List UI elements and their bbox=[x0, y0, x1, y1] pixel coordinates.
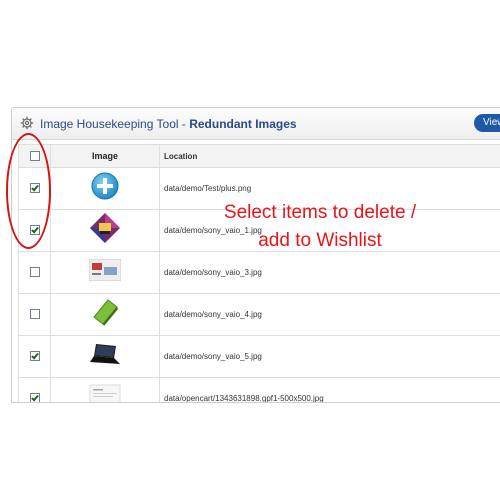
image-column-header: Image bbox=[50, 144, 160, 168]
images-table: Image Location data/demo/Test/plus.png d… bbox=[18, 144, 500, 402]
sony-vaio-banner-thumbnail bbox=[88, 258, 122, 286]
view-button[interactable]: View bbox=[474, 114, 500, 132]
page-title: Image Housekeeping Tool - Redundant Imag… bbox=[40, 117, 297, 131]
green-laptop-thumbnail bbox=[90, 297, 120, 332]
location-cell: data/opencart/1343631898.gpf1-500x500.jp… bbox=[159, 377, 500, 402]
callout-line-2: add to Wishlist bbox=[258, 230, 382, 251]
document-thumbnail bbox=[89, 384, 121, 402]
callout-text: Select items to delete / add to Wishlist bbox=[200, 199, 440, 255]
callout-line-1: Select items to delete / bbox=[223, 202, 417, 223]
row-checkbox[interactable] bbox=[29, 309, 40, 320]
page-title-bold: Redundant Images bbox=[189, 117, 297, 131]
row-checkbox[interactable] bbox=[29, 351, 40, 362]
sony-vaio-collage-thumbnail bbox=[89, 212, 121, 249]
row-checkbox[interactable] bbox=[29, 393, 40, 402]
panel-header: Image Housekeeping Tool - Redundant Imag… bbox=[12, 108, 500, 140]
page-title-prefix: Image Housekeeping Tool - bbox=[40, 117, 190, 131]
black-laptop-thumbnail bbox=[89, 342, 121, 371]
row-checkbox[interactable] bbox=[29, 267, 40, 278]
location-column-header: Location bbox=[159, 144, 500, 168]
location-cell: data/demo/sony_vaio_3.jpg bbox=[159, 251, 500, 294]
table-row: data/demo/sony_vaio_4.jpg bbox=[18, 293, 500, 336]
highlight-ring bbox=[6, 133, 51, 249]
table-header-row: Image Location bbox=[18, 144, 500, 168]
table-row: data/demo/sony_vaio_5.jpg bbox=[18, 335, 500, 378]
table-row: data/opencart/1343631898.gpf1-500x500.jp… bbox=[18, 377, 500, 402]
location-cell: data/demo/sony_vaio_5.jpg bbox=[159, 335, 500, 378]
redundant-images-panel: Image Housekeeping Tool - Redundant Imag… bbox=[11, 107, 500, 403]
table-row: data/demo/sony_vaio_3.jpg bbox=[18, 251, 500, 294]
location-cell: data/demo/sony_vaio_4.jpg bbox=[159, 293, 500, 336]
plus-circle-icon bbox=[90, 171, 120, 206]
